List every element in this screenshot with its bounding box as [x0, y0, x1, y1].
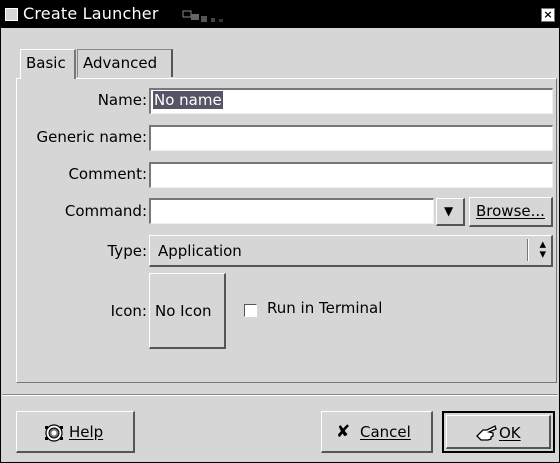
generic-name-input[interactable] [149, 125, 553, 151]
browse-button[interactable]: Browse... [469, 197, 553, 227]
type-label: Type: [107, 242, 147, 260]
comment-input[interactable] [149, 162, 553, 188]
cancel-button[interactable]: ✘ Cancel [321, 411, 433, 453]
basic-panel [16, 78, 557, 383]
button-area-separator [2, 394, 558, 396]
browse-button-label: Browse... [476, 202, 545, 220]
name-input[interactable]: No name [149, 88, 553, 114]
window-title: Create Launcher [23, 4, 159, 23]
tab-basic-label: Basic [26, 54, 66, 72]
icon-label: Icon: [110, 302, 147, 320]
ok-hand-icon [476, 425, 497, 441]
tab-advanced-label: Advanced [83, 54, 158, 72]
help-button[interactable]: Help [16, 411, 135, 453]
create-launcher-dialog: Create Launcher × Basic Advanced Name: N… [0, 0, 560, 463]
type-select-divider [527, 239, 529, 261]
icon-picker-label: No Icon [155, 302, 212, 320]
tab-basic[interactable]: Basic [20, 49, 76, 79]
type-select-value: Application [158, 242, 242, 260]
generic-name-label: Generic name: [36, 128, 147, 146]
ok-button-label: OK [499, 424, 521, 442]
cancel-x-icon: ✘ [336, 422, 351, 442]
window-menu-icon[interactable] [5, 8, 18, 21]
chevron-down-icon: ▼ [444, 204, 454, 218]
command-label: Command: [64, 202, 147, 220]
help-button-label: Help [69, 423, 104, 441]
name-input-text: No name [153, 91, 223, 109]
launcher-icon [182, 10, 223, 22]
command-input[interactable] [149, 198, 434, 224]
name-label: Name: [97, 91, 147, 109]
run-in-terminal-label[interactable]: Run in Terminal [267, 299, 382, 317]
updown-arrows-icon: ▴ ▾ [539, 237, 546, 262]
close-icon[interactable]: × [541, 8, 555, 22]
comment-label: Comment: [68, 165, 147, 183]
cancel-button-label: Cancel [360, 423, 411, 441]
icon-picker-button[interactable]: No Icon [149, 273, 226, 349]
ok-button[interactable]: OK [442, 411, 555, 453]
run-in-terminal-checkbox[interactable] [244, 304, 257, 317]
ok-button-face: OK [446, 415, 551, 449]
tab-advanced[interactable]: Advanced [77, 49, 173, 77]
help-icon [45, 424, 63, 442]
type-select[interactable]: Application ▴ ▾ [149, 235, 553, 267]
title-bar[interactable]: Create Launcher × [1, 1, 559, 28]
command-history-button[interactable]: ▼ [436, 198, 465, 226]
